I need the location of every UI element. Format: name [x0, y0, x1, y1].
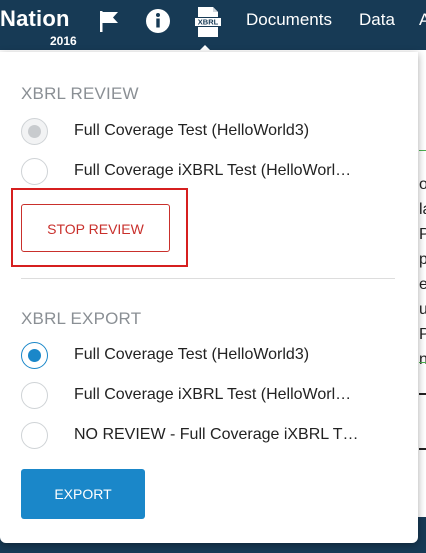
xbrl-popover: XBRL REVIEW Full Coverage Test (HelloWor…: [0, 52, 418, 543]
app-brand: Nation: [0, 6, 70, 31]
flag-icon[interactable]: [96, 8, 122, 34]
background-divider: [419, 150, 426, 151]
xbrl-export-title: XBRL EXPORT: [21, 309, 142, 328]
review-option-label: Full Coverage iXBRL Test (HelloWorl…: [74, 162, 352, 179]
export-radio[interactable]: [21, 422, 48, 449]
xbrl-review-title: XBRL REVIEW: [21, 84, 139, 103]
review-option[interactable]: Full Coverage iXBRL Test (HelloWorl…: [21, 158, 401, 188]
nav-link-documents[interactable]: Documents: [246, 10, 332, 30]
review-option[interactable]: Full Coverage Test (HelloWorld3): [21, 118, 401, 148]
radio-dot: [28, 125, 41, 138]
review-radio-disabled-selected[interactable]: [21, 118, 48, 145]
background-divider: [419, 362, 426, 363]
export-radio-selected[interactable]: [21, 342, 48, 369]
top-nav-bar: Nation 2016 XBRL Documents Data A: [0, 0, 426, 50]
nav-link-data[interactable]: Data: [359, 10, 395, 30]
background-text: olaPpeuPn: [419, 176, 426, 368]
export-option-label: NO REVIEW - Full Coverage iXBRL T…: [74, 426, 359, 443]
stop-review-button[interactable]: STOP REVIEW: [21, 204, 170, 252]
export-button[interactable]: EXPORT: [21, 469, 145, 519]
export-radio[interactable]: [21, 382, 48, 409]
export-option[interactable]: Full Coverage Test (HelloWorld3): [21, 342, 401, 372]
export-option-label: Full Coverage iXBRL Test (HelloWorl…: [74, 386, 352, 403]
nav-link-truncated[interactable]: A: [419, 10, 426, 30]
info-icon[interactable]: [145, 8, 171, 34]
export-option[interactable]: NO REVIEW - Full Coverage iXBRL T…: [21, 422, 401, 452]
export-option-label: Full Coverage Test (HelloWorld3): [74, 346, 310, 363]
background-rule: [419, 393, 426, 395]
background-rule: [419, 448, 426, 450]
review-radio[interactable]: [21, 158, 48, 185]
export-option[interactable]: Full Coverage iXBRL Test (HelloWorl…: [21, 382, 401, 412]
xbrl-icon[interactable]: XBRL: [193, 6, 223, 38]
xbrl-icon-text: XBRL: [198, 18, 219, 27]
brand-year: 2016: [50, 34, 77, 48]
section-divider: [21, 278, 395, 279]
review-option-label: Full Coverage Test (HelloWorld3): [74, 122, 310, 139]
radio-dot: [28, 349, 41, 362]
